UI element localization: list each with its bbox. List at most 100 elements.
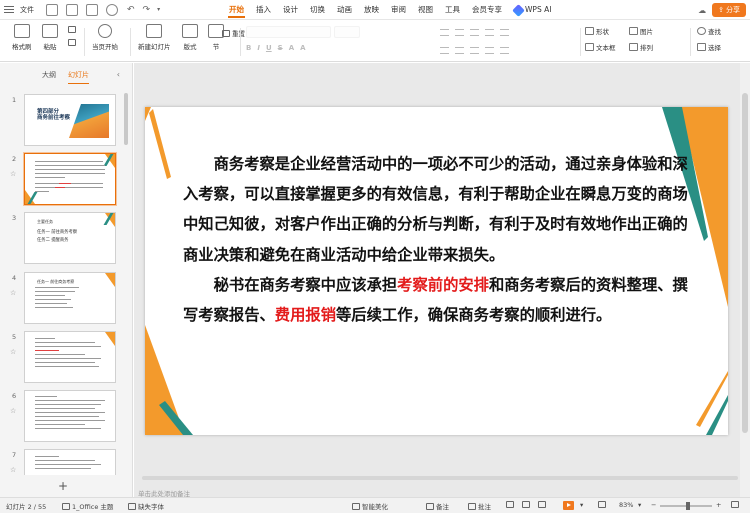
star-icon[interactable]: ☆: [10, 289, 16, 297]
sorter-view-icon[interactable]: [522, 501, 530, 508]
missing-font-button[interactable]: 缺失字体: [128, 501, 164, 511]
copy-icon[interactable]: [68, 39, 76, 46]
slide-body-text[interactable]: 商务考察是企业经营活动中的一项必不可少的活动，通过亲身体验和深入考察，可以直接掌…: [183, 149, 688, 330]
zoom-in-icon[interactable]: +: [716, 501, 721, 509]
fullscreen-icon[interactable]: [731, 501, 739, 508]
reset-button[interactable]: 重置: [222, 28, 245, 38]
new-slide-button[interactable]: 新建幻灯片: [138, 24, 171, 51]
fit-icon[interactable]: [598, 501, 606, 508]
slideshow-options-icon[interactable]: ▾: [580, 501, 583, 509]
tab-transitions[interactable]: 切换: [304, 0, 331, 20]
scrollbar-thumb[interactable]: [142, 476, 738, 480]
star-icon[interactable]: ☆: [10, 407, 16, 415]
align-left-icon[interactable]: [440, 47, 449, 54]
tab-home[interactable]: 开始: [223, 0, 250, 20]
slide-thumbnail-row[interactable]: 2 ☆: [0, 152, 128, 209]
tab-slides[interactable]: 幻灯片: [68, 70, 89, 84]
collapse-panel-icon[interactable]: ‹: [117, 70, 120, 79]
find-button[interactable]: 查找: [697, 26, 721, 36]
slide-thumbnail[interactable]: 主要任务 任务一 前往商务考察 任务二 提醒商务: [24, 212, 116, 264]
notes-button[interactable]: 备注: [426, 501, 449, 511]
tab-member[interactable]: 会员专享: [466, 0, 508, 20]
star-icon[interactable]: ☆: [10, 170, 16, 178]
horizontal-scrollbar[interactable]: [142, 475, 738, 481]
tab-slideshow[interactable]: 放映: [358, 0, 385, 20]
arrange-button[interactable]: 排列: [629, 42, 653, 52]
zoom-level[interactable]: 83%: [619, 501, 633, 509]
justify-icon[interactable]: [485, 47, 494, 54]
align-center-icon[interactable]: [455, 47, 464, 54]
font-size-select[interactable]: [334, 26, 360, 38]
thumbnail-scrollbar[interactable]: [124, 93, 128, 145]
tab-insert[interactable]: 插入: [250, 0, 277, 20]
smart-beautify-button[interactable]: 智能美化: [352, 501, 388, 511]
tab-outline[interactable]: 大纲: [42, 70, 56, 80]
add-slide-button[interactable]: +: [58, 479, 68, 493]
slide-thumbnail-selected[interactable]: [23, 152, 117, 206]
share-button[interactable]: ⇪ 分享: [712, 3, 746, 17]
star-icon[interactable]: ☆: [10, 348, 16, 356]
zoom-dropdown-icon[interactable]: ▾: [638, 501, 641, 509]
numbering-icon[interactable]: [455, 29, 464, 36]
cut-icon[interactable]: [68, 26, 76, 33]
scrollbar-thumb[interactable]: [742, 93, 748, 433]
textbox-button[interactable]: 文本框: [585, 42, 616, 52]
zoom-out-icon[interactable]: −: [651, 501, 656, 509]
indent-icon[interactable]: [470, 29, 479, 36]
font-color-icon[interactable]: A: [289, 44, 294, 52]
wps-ai-button[interactable]: WPS AI: [508, 0, 557, 20]
layout-button[interactable]: 版式: [182, 24, 198, 51]
slide-thumbnail[interactable]: [24, 331, 116, 383]
underline-icon[interactable]: U: [266, 44, 272, 52]
slide-thumbnail-row[interactable]: 3 主要任务 任务一 前往商务考察 任务二 提醒商务: [0, 212, 128, 268]
font-family-select[interactable]: [246, 26, 331, 38]
play-from-current-button[interactable]: 当页开始: [92, 24, 118, 51]
bold-icon[interactable]: B: [246, 44, 251, 52]
tab-tools[interactable]: 工具: [439, 0, 466, 20]
comments-button[interactable]: 批注: [468, 501, 491, 511]
select-button[interactable]: 选择: [697, 42, 721, 52]
highlight-icon[interactable]: A: [300, 44, 305, 52]
tab-design[interactable]: 设计: [277, 0, 304, 20]
paste-button[interactable]: 粘贴: [42, 24, 58, 51]
tab-animations[interactable]: 动画: [331, 0, 358, 20]
line-spacing-icon[interactable]: [500, 29, 509, 36]
print-icon[interactable]: [86, 3, 98, 16]
shape-button[interactable]: 形状: [585, 26, 616, 36]
menu-icon[interactable]: [4, 5, 14, 14]
cloud-icon[interactable]: ☁: [698, 6, 706, 15]
slide-thumbnail[interactable]: 第四部分 商务前往考察: [24, 94, 116, 146]
zoom-slider-handle[interactable]: [686, 502, 690, 510]
tab-view[interactable]: 视图: [412, 0, 439, 20]
strikethrough-icon[interactable]: S: [278, 44, 283, 52]
slide-thumbnail-row[interactable]: 1 第四部分 商务前往考察: [0, 94, 128, 150]
slideshow-button[interactable]: [563, 501, 574, 510]
italic-icon[interactable]: I: [257, 44, 260, 52]
export-icon[interactable]: [66, 3, 78, 16]
bullets-icon[interactable]: [440, 29, 449, 36]
redo-icon[interactable]: ↷: [143, 5, 151, 15]
format-painter-button[interactable]: 格式刷: [12, 24, 32, 51]
preview-icon[interactable]: [106, 3, 118, 16]
slide-thumbnail-row[interactable]: 7 ☆: [0, 449, 128, 475]
slide-thumbnail-row[interactable]: 5 ☆: [0, 331, 128, 387]
picture-button[interactable]: 图片: [629, 26, 653, 36]
file-menu[interactable]: 文件: [20, 5, 34, 15]
current-slide[interactable]: 商务考察是企业经营活动中的一项必不可少的活动，通过亲身体验和深入考察，可以直接掌…: [145, 107, 728, 435]
theme-button[interactable]: 1_Office 主题: [62, 501, 113, 511]
normal-view-icon[interactable]: [506, 501, 514, 508]
slide-thumbnail-row[interactable]: 6 ☆: [0, 390, 128, 446]
vertical-scrollbar[interactable]: [740, 63, 750, 497]
save-icon[interactable]: [46, 3, 58, 16]
slide-thumbnail[interactable]: [24, 390, 116, 442]
slide-thumbnail[interactable]: 任务一 前往商务考察: [24, 272, 116, 324]
tab-review[interactable]: 审阅: [385, 0, 412, 20]
reading-view-icon[interactable]: [538, 501, 546, 508]
outdent-icon[interactable]: [485, 29, 494, 36]
star-icon[interactable]: ☆: [10, 466, 16, 474]
columns-icon[interactable]: [500, 47, 509, 54]
undo-icon[interactable]: ↶: [127, 5, 135, 15]
align-right-icon[interactable]: [470, 47, 479, 54]
slide-thumbnail[interactable]: [24, 449, 116, 475]
chevron-down-icon[interactable]: ▾: [157, 6, 160, 13]
